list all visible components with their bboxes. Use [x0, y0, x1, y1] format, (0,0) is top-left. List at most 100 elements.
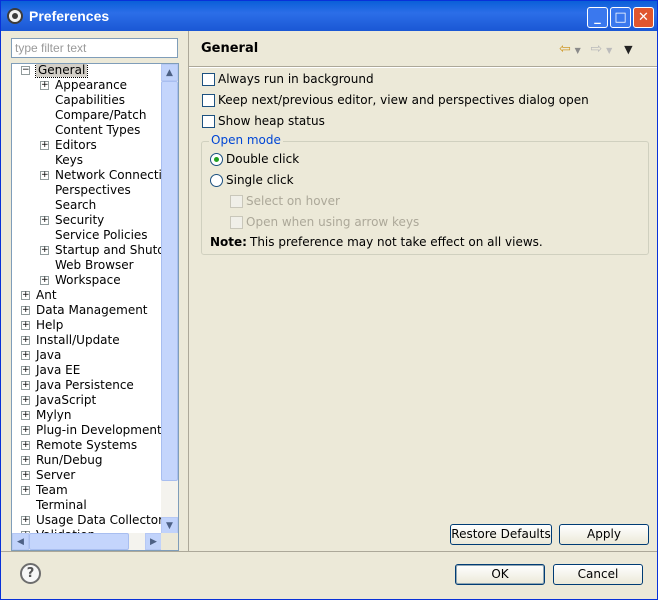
tree-item[interactable]: + Workspace	[40, 273, 121, 288]
expand-icon[interactable]: +	[21, 486, 30, 495]
tree-item[interactable]: + Java Persistence	[21, 378, 134, 393]
filter-input[interactable]	[11, 38, 178, 58]
expand-icon[interactable]: +	[40, 246, 49, 255]
tree-item-label: Security	[55, 213, 105, 227]
tree-item[interactable]: + Network Connectio	[40, 168, 162, 183]
tree-item[interactable]: + Java EE	[21, 363, 80, 378]
forward-menu-icon[interactable]: ▼	[606, 46, 612, 55]
tree-item[interactable]: + Usage Data Collector	[21, 513, 162, 528]
tree-item[interactable]: Search	[55, 198, 96, 213]
expand-icon[interactable]: +	[21, 426, 30, 435]
expand-icon[interactable]: +	[21, 351, 30, 360]
tree-item[interactable]: + Team	[21, 483, 68, 498]
vertical-scrollbar[interactable]: ▲ ▼	[161, 64, 178, 534]
double-click-label[interactable]: Double click	[226, 152, 299, 166]
apply-button[interactable]: Apply	[559, 524, 649, 545]
tree-item[interactable]: + Appearance	[40, 78, 128, 93]
tree-item[interactable]: + Help	[21, 318, 63, 333]
scroll-left-button[interactable]: ◀	[12, 533, 29, 550]
scroll-down-button[interactable]: ▼	[161, 517, 178, 534]
expand-icon[interactable]: +	[21, 336, 30, 345]
tree-item[interactable]: + Editors	[40, 138, 97, 153]
tree-item-label: Service Policies	[55, 228, 148, 242]
expand-icon[interactable]: +	[40, 141, 49, 150]
tree-item[interactable]: Web Browser	[55, 258, 134, 273]
tree-item[interactable]: Content Types	[55, 123, 140, 138]
expand-icon[interactable]: +	[21, 381, 30, 390]
maximize-button[interactable]: □	[610, 7, 631, 28]
expand-icon[interactable]: +	[21, 516, 30, 525]
expand-icon[interactable]: +	[40, 81, 49, 90]
cancel-button[interactable]: Cancel	[553, 564, 643, 585]
forward-arrow-icon[interactable]: ⇨	[591, 41, 603, 57]
tree-item-label: Search	[55, 198, 97, 212]
collapse-icon[interactable]: −	[21, 66, 30, 75]
tree-item-label: Install/Update	[36, 333, 120, 347]
help-icon[interactable]: ?	[20, 563, 41, 584]
double-click-radio[interactable]	[210, 153, 223, 166]
tree-item[interactable]: + Startup and Shutdo	[40, 243, 162, 258]
horizontal-scrollbar[interactable]: ◀ ▶	[12, 533, 162, 550]
always-run-bg-label[interactable]: Always run in background	[218, 72, 374, 86]
keep-next-prev-checkbox[interactable]	[202, 94, 215, 107]
vertical-scroll-thumb[interactable]	[161, 81, 178, 481]
tree-item-label: Mylyn	[36, 408, 72, 422]
tree-item-label: General	[34, 64, 89, 78]
show-heap-label[interactable]: Show heap status	[218, 114, 325, 128]
tree-item[interactable]: + Run/Debug	[21, 453, 103, 468]
back-menu-icon[interactable]: ▼	[575, 46, 581, 55]
back-arrow-icon[interactable]: ⇦	[559, 41, 571, 57]
tree-item[interactable]: + Mylyn	[21, 408, 72, 423]
single-click-radio[interactable]	[210, 174, 223, 187]
single-click-label[interactable]: Single click	[226, 173, 294, 187]
close-button[interactable]: ✕	[633, 7, 654, 28]
tree-item[interactable]: − General	[21, 64, 89, 78]
tree-item[interactable]: + Plug-in Development	[21, 423, 162, 438]
scroll-right-button[interactable]: ▶	[145, 533, 162, 550]
preference-tree[interactable]: − General + Appearance Capabilities Compare/P…	[11, 63, 179, 551]
expand-icon[interactable]: +	[21, 396, 30, 405]
tree-item-label: Remote Systems	[36, 438, 138, 452]
ok-button[interactable]: OK	[455, 564, 545, 585]
maximize-icon: □	[614, 10, 627, 25]
tree-item[interactable]: + JavaScript	[21, 393, 96, 408]
tree-item[interactable]: Terminal	[36, 498, 87, 513]
tree-item[interactable]: Keys	[55, 153, 83, 168]
tree-item[interactable]: Service Policies	[55, 228, 148, 243]
keep-next-prev-label[interactable]: Keep next/previous editor, view and pers…	[218, 93, 589, 107]
expand-icon[interactable]: +	[40, 276, 49, 285]
expand-icon[interactable]: +	[40, 171, 49, 180]
expand-icon[interactable]: +	[21, 471, 30, 480]
tree-item[interactable]: + Server	[21, 468, 75, 483]
expand-icon[interactable]: +	[21, 441, 30, 450]
view-menu-icon[interactable]: ▼	[624, 43, 632, 56]
expand-icon[interactable]: +	[21, 291, 30, 300]
tree-item[interactable]: + Security	[40, 213, 105, 228]
tree-item-label: Appearance	[55, 78, 128, 92]
always-run-bg-checkbox[interactable]	[202, 73, 215, 86]
horizontal-scroll-thumb[interactable]	[29, 533, 129, 550]
expand-icon[interactable]: +	[21, 366, 30, 375]
scroll-up-button[interactable]: ▲	[161, 64, 178, 81]
expand-icon[interactable]: +	[21, 411, 30, 420]
expand-icon[interactable]: +	[21, 321, 30, 330]
tree-item-label: Run/Debug	[36, 453, 103, 467]
select-on-hover-checkbox[interactable]	[230, 195, 243, 208]
expand-icon[interactable]: +	[21, 456, 30, 465]
tree-item-label: Java	[36, 348, 62, 362]
show-heap-checkbox[interactable]	[202, 115, 215, 128]
tree-item[interactable]: Capabilities	[55, 93, 125, 108]
expand-icon[interactable]: +	[40, 216, 49, 225]
title-bar[interactable]: Preferences _ □ ✕	[1, 1, 657, 31]
tree-item[interactable]: + Java	[21, 348, 62, 363]
tree-item[interactable]: Compare/Patch	[55, 108, 146, 123]
tree-item[interactable]: + Remote Systems	[21, 438, 138, 453]
restore-defaults-button[interactable]: Restore Defaults	[450, 524, 552, 545]
open-arrow-keys-checkbox[interactable]	[230, 216, 243, 229]
tree-item[interactable]: + Data Management	[21, 303, 148, 318]
tree-item[interactable]: + Ant	[21, 288, 57, 303]
expand-icon[interactable]: +	[21, 306, 30, 315]
minimize-button[interactable]: _	[587, 7, 608, 28]
tree-item[interactable]: Perspectives	[55, 183, 131, 198]
tree-item[interactable]: + Install/Update	[21, 333, 120, 348]
